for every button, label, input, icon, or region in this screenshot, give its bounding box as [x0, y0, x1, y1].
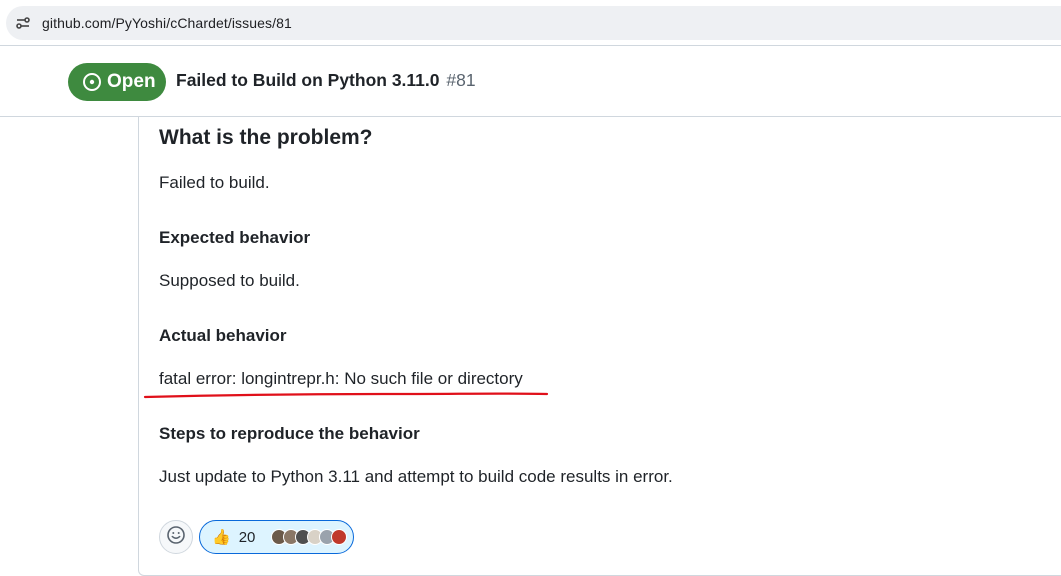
url-text[interactable]: github.com/PyYoshi/cChardet/issues/81 [42, 15, 292, 31]
heading-problem: What is the problem? [159, 126, 373, 149]
issue-number: #81 [446, 70, 476, 90]
issue-sticky-header: Open Failed to Build on Python 3.11.0 #8… [0, 46, 1061, 117]
issue-state-badge: Open [68, 63, 166, 101]
address-bar[interactable]: github.com/PyYoshi/cChardet/issues/81 [6, 6, 1061, 40]
browser-toolbar: github.com/PyYoshi/cChardet/issues/81 [0, 0, 1061, 46]
site-settings-icon[interactable] [12, 12, 34, 34]
issue-title: Failed to Build on Python 3.11.0 #81 [176, 70, 476, 91]
reactor-avatars [271, 529, 348, 545]
heading-steps: Steps to reproduce the behavior [159, 424, 420, 443]
reaction-thumbs-up-button[interactable]: 👍 20 [199, 520, 354, 554]
issue-opened-icon [82, 72, 102, 92]
add-reaction-button[interactable] [159, 520, 193, 554]
heading-expected: Expected behavior [159, 228, 311, 247]
issue-title-text: Failed to Build on Python 3.11.0 [176, 70, 440, 90]
steps-text: Just update to Python 3.11 and attempt t… [159, 467, 673, 486]
heading-actual: Actual behavior [159, 326, 287, 345]
red-underline-annotation [143, 392, 549, 399]
expected-text: Supposed to build. [159, 271, 300, 290]
actual-text: fatal error: longintrepr.h: No such file… [159, 369, 523, 388]
issue-comment-body [138, 117, 1061, 576]
smiley-icon [166, 525, 186, 550]
thumbs-up-icon: 👍 [212, 529, 231, 546]
avatar [331, 529, 348, 545]
problem-text: Failed to build. [159, 173, 270, 192]
issue-state-label: Open [107, 71, 156, 92]
reaction-count: 20 [238, 528, 256, 546]
